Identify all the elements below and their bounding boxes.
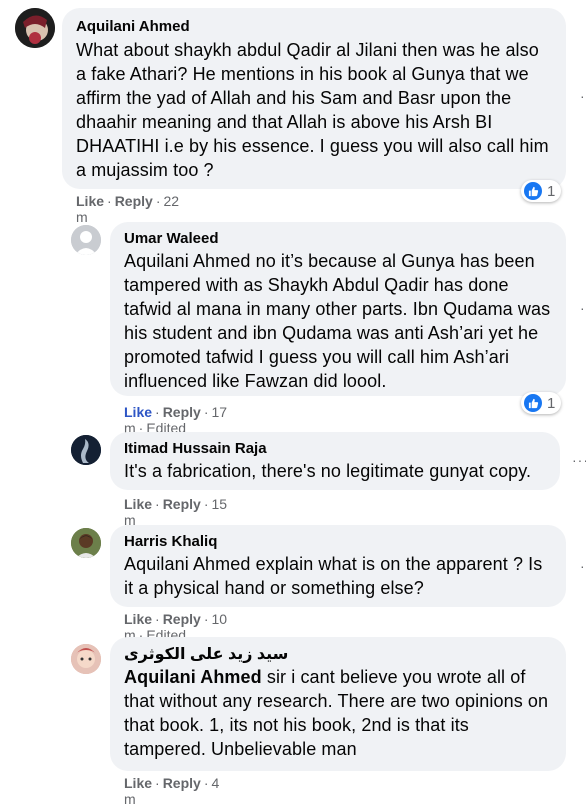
avatar[interactable] bbox=[71, 435, 101, 465]
comment-actions: Like · Reply · 15 m bbox=[124, 496, 228, 528]
comment-text: Aquilani Ahmed explain what is on the ap… bbox=[124, 554, 543, 598]
avatar[interactable] bbox=[15, 8, 55, 48]
comment-text: What about shaykh abdul Qadir al Jilani … bbox=[76, 40, 549, 180]
like-button[interactable]: Like bbox=[124, 775, 152, 791]
comment-bubble: Harris Khaliq Aquilani Ahmed explain wha… bbox=[110, 525, 566, 607]
comment-author[interactable]: سيد زيد على الكوثرى bbox=[124, 645, 552, 664]
like-button[interactable]: Like bbox=[124, 611, 152, 627]
reaction-number: 1 bbox=[547, 394, 556, 412]
like-thumb-icon bbox=[524, 394, 542, 412]
reply-button[interactable]: Reply bbox=[163, 496, 201, 512]
like-button[interactable]: Like bbox=[124, 404, 152, 420]
avatar[interactable] bbox=[71, 225, 101, 255]
comment-author[interactable]: Harris Khaliq bbox=[124, 532, 552, 551]
comment-bubble: Itimad Hussain Raja It's a fabrication, … bbox=[110, 432, 560, 490]
more-options-icon[interactable]: ··· bbox=[572, 452, 586, 468]
reaction-count[interactable]: 1 bbox=[521, 392, 562, 414]
reply-button[interactable]: Reply bbox=[163, 611, 201, 627]
reply-button[interactable]: Reply bbox=[163, 775, 201, 791]
more-options-icon[interactable]: · bbox=[580, 558, 586, 574]
comment-bubble: Aquilani Ahmed What about shaykh abdul Q… bbox=[62, 8, 566, 189]
avatar-image bbox=[71, 644, 101, 674]
comment-bubble: Umar Waleed Aquilani Ahmed no it’s becau… bbox=[110, 222, 566, 396]
reaction-count[interactable]: 1 bbox=[521, 180, 562, 202]
default-avatar-icon bbox=[71, 225, 101, 255]
more-options-icon[interactable]: · bbox=[580, 88, 586, 104]
reaction-number: 1 bbox=[547, 182, 556, 200]
like-thumb-icon bbox=[524, 182, 542, 200]
comment-actions: Like · Reply · 22 m bbox=[76, 193, 180, 225]
comment-author[interactable]: Aquilani Ahmed bbox=[76, 17, 552, 36]
comment-bubble: سيد زيد على الكوثرى Aquilani Ahmed sir i… bbox=[110, 637, 566, 771]
comment-text: Aquilani Ahmed sir i cant believe you wr… bbox=[124, 665, 552, 761]
reply-button[interactable]: Reply bbox=[115, 193, 153, 209]
avatar-image bbox=[71, 528, 101, 558]
avatar[interactable] bbox=[71, 644, 101, 674]
avatar-image bbox=[71, 435, 101, 465]
mention-link[interactable]: Aquilani Ahmed bbox=[124, 667, 262, 687]
comment-text: Aquilani Ahmed no it’s because al Gunya … bbox=[124, 251, 551, 391]
comment-author[interactable]: Umar Waleed bbox=[124, 229, 552, 248]
like-button[interactable]: Like bbox=[76, 193, 104, 209]
comment-actions: Like · Reply · 4 m bbox=[124, 775, 220, 807]
avatar[interactable] bbox=[71, 528, 101, 558]
like-button[interactable]: Like bbox=[124, 496, 152, 512]
avatar-image bbox=[15, 8, 55, 48]
reply-button[interactable]: Reply bbox=[163, 404, 201, 420]
comment-author[interactable]: Itimad Hussain Raja bbox=[124, 439, 546, 458]
more-options-icon[interactable]: · bbox=[580, 300, 586, 316]
comment-text: It's a fabrication, there's no legitimat… bbox=[124, 461, 532, 481]
